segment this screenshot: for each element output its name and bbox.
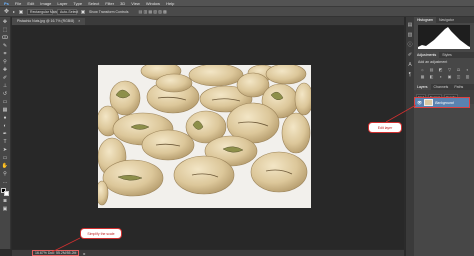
history-panel-icon[interactable]: ▤ — [408, 23, 413, 28]
more-tools-icon[interactable]: … — [2, 180, 9, 185]
color-balance-icon[interactable]: ▦ — [419, 74, 426, 79]
callout-zoom: Simplify the scale — [80, 228, 122, 239]
adjustment-icons: ☼ ▤ ◩ ▽ ⚖ ◐ ▦ ◧ ◑ ▣ ◫ ▥ — [414, 66, 474, 80]
show-transform-label: Show Transform Controls — [89, 9, 129, 14]
menu-image[interactable]: Image — [40, 1, 51, 6]
marquee-icon[interactable]: ⬚ — [2, 28, 9, 33]
status-bar: 16.67% Doc: 55.2M/55.2M ▸ — [12, 249, 404, 256]
quick-select-icon[interactable]: ✎ — [2, 44, 9, 49]
black-white-icon[interactable]: ◧ — [428, 74, 435, 79]
hand-icon[interactable]: ✋ — [2, 164, 9, 169]
lasso-icon[interactable]: ↀ — [2, 36, 9, 41]
paragraph-panel-icon[interactable]: ¶ — [409, 73, 412, 78]
tools-panel: ✥ ⬚ ↀ ✎ ⌗ ⚲ ✚ ✐ ⊥ ↺ ▭ ▦ ● ◐ ✒ T ➤ ▭ ✋ ⚲ … — [0, 17, 11, 249]
info-panel-icon[interactable]: ⓘ — [407, 43, 412, 48]
gradient-icon[interactable]: ▦ — [2, 108, 9, 113]
photo-filter-icon[interactable]: ◑ — [437, 74, 444, 79]
menu-file[interactable]: File — [15, 1, 21, 6]
menu-window[interactable]: Window — [146, 1, 160, 6]
tab-histogram[interactable]: Histogram — [414, 17, 436, 23]
histogram-graph — [418, 25, 470, 49]
menu-view[interactable]: View — [131, 1, 140, 6]
layer-thumbnail — [424, 99, 434, 106]
move-tool-icon[interactable]: ✥ — [4, 8, 9, 15]
tab-channels[interactable]: Channels — [431, 84, 452, 90]
menu-layer[interactable]: Layer — [57, 1, 67, 6]
hue-saturation-icon[interactable]: ◐ — [464, 67, 471, 72]
adjustments-title: Add an adjustment — [418, 60, 448, 64]
exposure-icon[interactable]: ▽ — [446, 67, 453, 72]
zoom-icon[interactable]: ⚲ — [2, 172, 9, 177]
menu-filter[interactable]: Filter — [105, 1, 114, 6]
history-brush-icon[interactable]: ↺ — [2, 92, 9, 97]
healing-brush-icon[interactable]: ✚ — [2, 68, 9, 73]
visibility-eye-icon[interactable]: 👁 — [417, 100, 422, 105]
tab-layers[interactable]: Layers — [414, 84, 431, 90]
character-panel-icon[interactable]: A — [408, 63, 411, 68]
type-icon[interactable]: T — [2, 140, 9, 145]
pistachio-photo — [98, 65, 311, 208]
menu-type[interactable]: Type — [73, 1, 82, 6]
tab-paths[interactable]: Paths — [451, 84, 466, 90]
layer-row-background[interactable]: 👁 Background — [414, 97, 470, 108]
eyedropper-icon[interactable]: ⚲ — [2, 60, 9, 65]
ps-logo: Ps — [4, 0, 9, 6]
vibrance-icon[interactable]: ⚖ — [455, 67, 462, 72]
channel-mixer-icon[interactable]: ▣ — [446, 74, 453, 79]
menu-bar: Ps File Edit Image Layer Type Select Fil… — [0, 0, 474, 7]
brush-icon[interactable]: ✐ — [2, 76, 9, 81]
invert-icon[interactable]: ▥ — [464, 74, 471, 79]
screen-mode-icon[interactable]: ▣ — [2, 207, 9, 212]
callout-layer: Edit layer — [368, 122, 402, 133]
menu-select[interactable]: Select — [88, 1, 99, 6]
auto-select-checkbox[interactable] — [19, 9, 24, 14]
style-dropdown[interactable]: Rectangular Marquee — [27, 8, 64, 15]
tab-navigator[interactable]: Navigator — [436, 17, 457, 23]
background-color[interactable] — [4, 191, 9, 196]
options-bar: ✥ ▸ Rectangular Marquee Auto-Select Show… — [0, 7, 474, 17]
path-select-icon[interactable]: ➤ — [2, 148, 9, 153]
status-arrow-icon[interactable]: ▸ — [83, 251, 85, 256]
brightness-icon[interactable]: ☼ — [419, 67, 426, 72]
move-icon[interactable]: ✥ — [2, 20, 9, 25]
color-swatches[interactable] — [1, 188, 9, 196]
crop-icon[interactable]: ⌗ — [2, 52, 9, 57]
menu-edit[interactable]: Edit — [27, 1, 34, 6]
close-tab-icon[interactable]: × — [78, 19, 80, 23]
layer-name: Background — [435, 100, 454, 105]
tab-adjustments[interactable]: Adjustments — [414, 52, 440, 58]
shape-icon[interactable]: ▭ — [2, 156, 9, 161]
brush-panel-icon[interactable]: ✐ — [408, 53, 412, 58]
properties-panel-icon[interactable]: ▥ — [408, 33, 413, 38]
zoom-field[interactable]: 16.67% Doc: 55.2M/55.2M — [32, 250, 80, 256]
panel-icon-strip: ▤ ▥ ⓘ ✐ A ¶ — [405, 17, 414, 256]
levels-icon[interactable]: ▤ — [428, 67, 435, 72]
show-transform-checkbox[interactable] — [81, 9, 86, 14]
dodge-icon[interactable]: ◐ — [2, 124, 9, 129]
document-tab-label: Pistachio Nuts.jpg @ 16.7% (RGB/8) — [17, 19, 75, 23]
pen-icon[interactable]: ✒ — [2, 132, 9, 137]
layer-panel-tabs: Layers Channels Paths — [414, 84, 474, 90]
quick-mask-icon[interactable]: ◙ — [2, 199, 9, 204]
curves-icon[interactable]: ◩ — [437, 67, 444, 72]
tab-styles[interactable]: Styles — [439, 52, 455, 58]
tool-preset-picker[interactable]: ▸ — [13, 9, 15, 14]
align-icons[interactable]: ▤ ▥ ▦ ▧ ▨ ▩ — [139, 9, 167, 14]
top-panel-tabs: Histogram Navigator — [414, 17, 474, 23]
document-tabs: Pistachio Nuts.jpg @ 16.7% (RGB/8) × — [12, 17, 404, 26]
menu-help[interactable]: Help — [166, 1, 174, 6]
panels-dock: Histogram Navigator Adjustments Styles A… — [414, 17, 474, 256]
document-tab[interactable]: Pistachio Nuts.jpg @ 16.7% (RGB/8) × — [12, 17, 86, 25]
document-canvas[interactable] — [98, 65, 311, 208]
eraser-icon[interactable]: ▭ — [2, 100, 9, 105]
clone-stamp-icon[interactable]: ⊥ — [2, 84, 9, 89]
color-lookup-icon[interactable]: ◫ — [455, 74, 462, 79]
menu-3d[interactable]: 3D — [120, 1, 125, 6]
auto-select-label: Auto-Select — [57, 8, 78, 15]
blur-icon[interactable]: ● — [2, 116, 9, 121]
